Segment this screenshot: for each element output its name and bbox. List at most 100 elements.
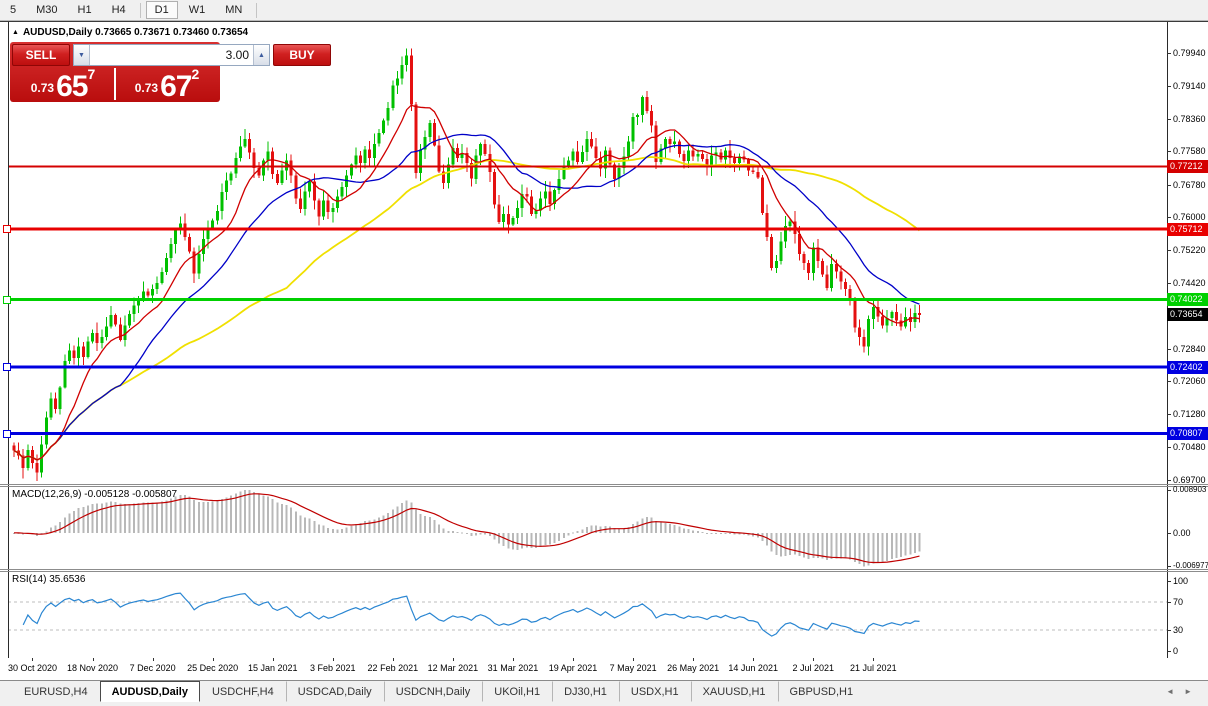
hline-price-badge-0.77212: 0.77212	[1167, 160, 1208, 173]
tab-usdcad-daily[interactable]: USDCAD,Daily	[286, 681, 384, 702]
current-price-badge: 0.73654	[1167, 308, 1208, 321]
time-tick-mark	[393, 658, 394, 661]
price-tick-mark	[1167, 86, 1171, 87]
macd-tick-mark	[1167, 566, 1171, 567]
buy-button[interactable]: BUY	[273, 44, 331, 66]
tab-usdchf-h4[interactable]: USDCHF,H4	[200, 681, 286, 702]
time-tick-mark	[693, 658, 694, 661]
buy-price-sup: 2	[191, 66, 199, 82]
macd-tick-label: -0.006977	[1173, 561, 1208, 570]
price-tick-label: 0.79140	[1173, 81, 1206, 91]
ma-slow-line	[14, 157, 920, 460]
rsi-indicator-canvas[interactable]	[8, 572, 1167, 658]
panel-splitter[interactable]	[0, 569, 1208, 570]
time-tick-label: 7 May 2021	[610, 663, 657, 673]
time-tick-label: 7 Dec 2020	[130, 663, 176, 673]
tf-button-H1[interactable]: H1	[69, 1, 101, 19]
sell-price-big: 65	[56, 74, 87, 100]
hline-anchor-0.70807[interactable]	[3, 430, 11, 438]
buy-price-big: 67	[160, 74, 191, 100]
panel-splitter[interactable]	[0, 486, 1208, 487]
time-tick-mark	[633, 658, 634, 661]
tab-audusd-daily[interactable]: AUDUSD,Daily	[100, 681, 200, 702]
one-click-collapse-icon[interactable]: ▲	[12, 29, 19, 36]
tab-usdcnh-daily[interactable]: USDCNH,Daily	[384, 681, 483, 702]
price-tick-mark	[1167, 381, 1171, 382]
timeframe-toolbar: 5M30H1H4 D1W1MN	[0, 0, 1208, 21]
rsi-tick-mark	[1167, 630, 1171, 631]
tab-dj30-h1[interactable]: DJ30,H1	[552, 681, 619, 702]
time-tick-mark	[93, 658, 94, 661]
buy-price-panel[interactable]: 0.73672	[116, 68, 218, 100]
one-click-trading-panel: SELL ▼ ▲ BUY 0.73657 0.73672	[10, 42, 220, 102]
price-tick-label: 0.74420	[1173, 278, 1206, 288]
time-axis[interactable]: 30 Oct 202018 Nov 20207 Dec 202025 Dec 2…	[8, 658, 1167, 678]
time-tick-label: 2 Jul 2021	[792, 663, 834, 673]
tab-scroll-arrows: ◄►	[1166, 687, 1202, 696]
volume-increase-icon[interactable]: ▲	[253, 45, 269, 65]
buy-price-prefix: 0.73	[135, 81, 158, 95]
chart-left-border	[8, 22, 9, 658]
sell-price-sup: 7	[87, 66, 95, 82]
price-tick-mark	[1167, 119, 1171, 120]
tf-button-D1[interactable]: D1	[146, 1, 178, 19]
volume-input[interactable]	[90, 45, 253, 65]
price-tick-label: 0.76000	[1173, 212, 1206, 222]
tab-gbpusd-h1[interactable]: GBPUSD,H1	[778, 681, 866, 702]
rsi-tick-mark	[1167, 581, 1171, 582]
price-tick-label: 0.78360	[1173, 114, 1206, 124]
tab-eurusd-h4[interactable]: EURUSD,H4	[12, 681, 100, 702]
tf-button-MN[interactable]: MN	[216, 1, 251, 19]
tab-scroll-right-icon[interactable]: ►	[1184, 687, 1202, 696]
time-tick-label: 22 Feb 2021	[368, 663, 419, 673]
price-tick-label: 0.72060	[1173, 376, 1206, 386]
tf-button-5[interactable]: 5	[1, 1, 25, 19]
rsi-tick-mark	[1167, 651, 1171, 652]
price-tick-mark	[1167, 480, 1171, 481]
price-tick-mark	[1167, 217, 1171, 218]
hline-anchor-0.74022[interactable]	[3, 296, 11, 304]
sell-price-prefix: 0.73	[31, 81, 54, 95]
hline-price-badge-0.74022: 0.74022	[1167, 293, 1208, 306]
candlestick-series	[13, 48, 922, 481]
price-tick-label: 0.72840	[1173, 344, 1206, 354]
hline-anchor-0.72402[interactable]	[3, 363, 11, 371]
tab-usdx-h1[interactable]: USDX,H1	[619, 681, 691, 702]
time-tick-mark	[32, 658, 33, 661]
price-axis[interactable]: 0.799400.791400.783600.775800.767800.760…	[1167, 0, 1208, 678]
time-tick-label: 31 Mar 2021	[488, 663, 539, 673]
macd-tick-mark	[1167, 490, 1171, 491]
tf-button-W1[interactable]: W1	[180, 1, 215, 19]
time-tick-mark	[513, 658, 514, 661]
price-tick-mark	[1167, 283, 1171, 284]
time-tick-label: 15 Jan 2021	[248, 663, 298, 673]
sell-price-panel[interactable]: 0.73657	[12, 68, 114, 100]
macd-indicator-canvas[interactable]	[8, 487, 1167, 569]
time-tick-mark	[333, 658, 334, 661]
time-tick-mark	[753, 658, 754, 661]
ma-mid-line	[14, 134, 920, 460]
panel-splitter[interactable]	[0, 571, 1208, 572]
tab-xauusd-h1[interactable]: XAUUSD,H1	[691, 681, 778, 702]
rsi-tick-label: 0	[1173, 646, 1178, 656]
tf-button-H4[interactable]: H4	[103, 1, 135, 19]
hline-price-badge-0.72402: 0.72402	[1167, 361, 1208, 374]
price-tick-mark	[1167, 447, 1171, 448]
macd-tick-label: 0.00	[1173, 528, 1191, 538]
price-tick-label: 0.77580	[1173, 146, 1206, 156]
chart-title-text: AUDUSD,Daily 0.73665 0.73671 0.73460 0.7…	[23, 27, 248, 38]
tab-ukoil-h1[interactable]: UKOil,H1	[482, 681, 552, 702]
sell-button[interactable]: SELL	[12, 44, 70, 66]
hline-anchor-0.75712[interactable]	[3, 225, 11, 233]
price-tick-label: 0.71280	[1173, 409, 1206, 419]
time-tick-mark	[453, 658, 454, 661]
tf-button-M30[interactable]: M30	[27, 1, 66, 19]
panel-splitter[interactable]	[0, 484, 1208, 485]
macd-tick-label: 0.008903	[1173, 485, 1206, 494]
volume-decrease-icon[interactable]: ▼	[74, 45, 90, 65]
time-tick-mark	[813, 658, 814, 661]
tab-scroll-left-icon[interactable]: ◄	[1166, 687, 1184, 696]
time-tick-label: 3 Feb 2021	[310, 663, 356, 673]
time-tick-label: 14 Jun 2021	[728, 663, 778, 673]
price-tick-mark	[1167, 250, 1171, 251]
